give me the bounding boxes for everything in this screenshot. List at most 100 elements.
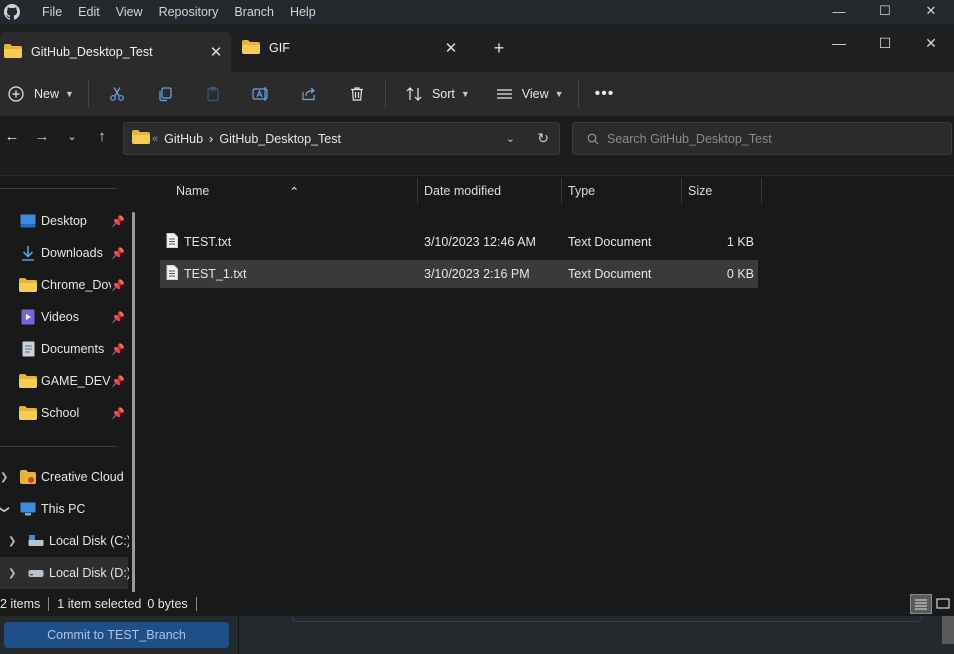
pin-icon[interactable]: 📌 [111,343,125,356]
gh-maximize-button[interactable]: ☐ [862,0,908,22]
nav-item-this-pc[interactable]: ❯ This PC [0,493,128,525]
nav-label: Local Disk (C:) [49,534,129,548]
column-type[interactable]: Type [568,184,595,198]
nav-item-downloads[interactable]: Downloads 📌 [0,237,128,269]
sort-button[interactable]: Sort ▼ [400,78,476,110]
nav-item-videos[interactable]: Videos 📌 [0,301,128,333]
more-options-button[interactable]: ••• [589,78,621,110]
overflow-chevron-icon[interactable]: « [152,133,158,145]
forward-arrow-icon[interactable]: → [30,124,54,148]
file-type: Text Document [568,235,652,249]
column-divider[interactable] [761,178,762,204]
gh-close-button[interactable]: ✕ [908,0,954,22]
details-view-icon[interactable] [910,594,932,614]
commit-button[interactable]: Commit to TEST_Branch [4,622,229,648]
close-tab-icon[interactable]: ✕ [436,39,466,57]
column-divider[interactable] [417,178,418,204]
close-tab-icon[interactable]: ✕ [201,43,231,61]
new-tab-button[interactable]: + [488,36,510,60]
back-arrow-icon[interactable]: ← [0,124,24,148]
up-arrow-icon[interactable]: ↑ [90,124,114,148]
nav-item-desktop[interactable]: Desktop 📌 [0,205,128,237]
refresh-icon[interactable]: ↻ [537,130,549,147]
recent-locations-chevron-icon[interactable]: ⌄ [60,124,84,148]
tab-gif[interactable]: GIF ✕ [234,32,466,64]
search-input[interactable] [607,131,937,146]
pin-icon[interactable]: 📌 [111,311,125,324]
column-name[interactable]: Name [176,184,209,198]
pin-icon[interactable]: 📌 [111,279,125,292]
address-dropdown-icon[interactable]: ⌄ [506,132,515,145]
folder-icon [132,130,150,147]
menu-edit[interactable]: Edit [70,0,108,24]
github-desktop-menubar: File Edit View Repository Branch Help — … [0,0,954,24]
nav-item-creative-cloud[interactable]: ❯ Creative Cloud F [0,461,128,493]
file-size: 1 KB [726,235,754,249]
tiles-view-icon[interactable] [932,594,954,614]
view-button[interactable]: View ▼ [490,78,570,110]
scrollbar[interactable] [942,616,954,644]
github-desktop-bottom: Commit to TEST_Branch [0,616,954,654]
delete-icon[interactable] [333,78,381,110]
pin-icon[interactable]: 📌 [111,407,125,420]
nav-item-local-disk-d[interactable]: ❯ Local Disk (D:) [0,557,129,589]
divider [384,79,386,108]
chevron-down-icon: ▼ [460,88,470,99]
chevron-right-icon[interactable]: ❯ [8,536,16,547]
drive-icon [27,564,45,582]
file-type: Text Document [568,267,652,281]
paste-icon[interactable] [189,78,237,110]
chevron-right-icon[interactable]: › [209,131,213,146]
nav-label: Downloads [41,246,103,260]
menu-repository[interactable]: Repository [151,0,227,24]
menu-view[interactable]: View [108,0,151,24]
pin-icon[interactable]: 📌 [111,375,125,388]
column-divider[interactable] [681,178,682,204]
rename-icon[interactable] [237,78,285,110]
file-row[interactable]: TEST.txt 3/10/2023 12:46 AM Text Documen… [160,228,758,256]
column-divider[interactable] [561,178,562,204]
menu-help[interactable]: Help [282,0,324,24]
nav-label: GAME_DEVEI [41,374,111,388]
search-box[interactable] [572,122,952,155]
menu-branch[interactable]: Branch [226,0,282,24]
file-size: 0 KB [726,267,754,281]
nav-label: Desktop [41,214,87,228]
share-icon[interactable] [285,78,333,110]
nav-scrollbar[interactable] [132,212,135,622]
nav-item-game-dev[interactable]: GAME_DEVEI 📌 [0,365,128,397]
nav-item-documents[interactable]: Documents 📌 [0,333,128,365]
file-row-selected[interactable]: TEST_1.txt 3/10/2023 2:16 PM Text Docume… [160,260,758,288]
chevron-down-icon: ▼ [65,88,74,99]
column-date-modified[interactable]: Date modified [424,184,501,198]
new-button[interactable]: New ▼ [2,78,80,110]
plus-circle-icon [8,85,24,102]
address-bar[interactable]: « GitHub › GitHub_Desktop_Test ⌄ ↻ [123,122,560,155]
divider [195,597,197,611]
diff-panel-edge [292,616,922,622]
file-list: ⌃ Name Date modified Type Size TEST.txt … [146,176,954,616]
chevron-right-icon[interactable]: ❯ [0,472,8,483]
divider [238,616,239,654]
chevron-down-icon[interactable]: ❯ [0,505,10,513]
tab-github-desktop-test[interactable]: GitHub_Desktop_Test ✕ [0,32,231,72]
breadcrumb-github-desktop-test[interactable]: GitHub_Desktop_Test [219,132,341,146]
column-size[interactable]: Size [688,184,712,198]
divider [48,597,50,611]
file-date: 3/10/2023 12:46 AM [424,235,536,249]
copy-icon[interactable] [141,78,189,110]
gh-minimize-button[interactable]: — [816,0,862,22]
menu-file[interactable]: File [34,0,70,24]
chevron-right-icon[interactable]: ❯ [8,568,16,579]
nav-item-local-disk-c[interactable]: ❯ Local Disk (C:) [0,525,129,557]
pin-icon[interactable]: 📌 [111,215,125,228]
nav-item-school[interactable]: School 📌 [0,397,128,429]
folder-icon [4,43,22,61]
nav-item-chrome-downloads[interactable]: Chrome_Dov 📌 [0,269,128,301]
pin-icon[interactable]: 📌 [111,247,125,260]
maximize-button[interactable]: ☐ [862,28,908,58]
breadcrumb-github[interactable]: GitHub [164,132,203,146]
minimize-button[interactable]: — [816,28,862,58]
cut-icon[interactable] [93,78,141,110]
close-window-button[interactable]: ✕ [908,28,954,58]
